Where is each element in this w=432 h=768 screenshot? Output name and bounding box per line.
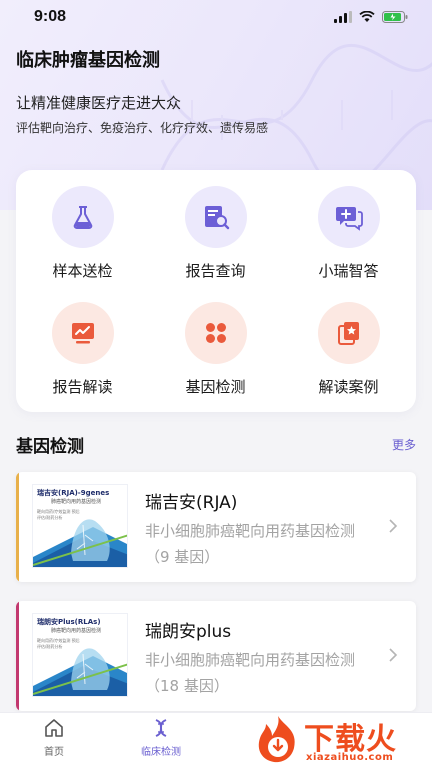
home-icon (45, 719, 63, 737)
product-description: 非小细胞肺癌靶向用药基因检测 （18 基因） (145, 647, 395, 699)
product-card[interactable]: 瑞朗安Plus(RLAs) 肺癌靶向用药基因检测 靶向用药/疗效监测 预后评估/… (16, 601, 416, 711)
status-icons (334, 11, 408, 23)
tab-clinical-test[interactable]: 临床检测 (121, 717, 201, 758)
watermark-domain: xiazaihuo.com (306, 752, 394, 763)
wifi-icon (359, 11, 375, 22)
thumbnail-title: 瑞吉安(RJA)-9genes (37, 489, 110, 497)
hero-subslogan: 评估靶向治疗、免疫治疗、化疗疗效、遗传易感 (16, 121, 269, 135)
thumbnail-title: 瑞朗安Plus(RLAs) (37, 618, 101, 626)
menu-label: 小瑞智答 (318, 262, 379, 280)
chevron-right-icon (389, 648, 398, 662)
menu-label: 基因检测 (185, 378, 246, 396)
menu-label: 解读案例 (318, 378, 379, 396)
quick-menu-card: 样本送检 报告查询 小瑞智答 报告解读 基因检测 解读案例 (16, 170, 416, 412)
chat-plus-icon (335, 207, 363, 231)
tab-home[interactable]: 首页 (14, 717, 94, 758)
flame-logo-icon (258, 716, 295, 763)
thumbnail-subtitle: 肺癌靶向用药基因检测 (51, 628, 102, 634)
status-bar: 9:08 (0, 0, 432, 34)
hero-slogan: 让精准健康医疗走进大众 (16, 94, 182, 112)
thumbnail-note: 靶向用药/疗效监测 预后评估/耐药分析 (37, 509, 80, 520)
signal-icon (334, 11, 352, 23)
menu-label: 样本送检 (52, 262, 113, 280)
battery-icon (382, 11, 408, 23)
section-title: 基因检测 (16, 437, 84, 457)
menu-item-report-interpret[interactable]: 报告解读 (16, 302, 149, 397)
card-accent-bar (16, 472, 19, 582)
product-name: 瑞吉安(RJA) (145, 493, 238, 513)
menu-item-case-study[interactable]: 解读案例 (282, 302, 415, 397)
product-desc-line: 非小细胞肺癌靶向用药基因检测 (145, 522, 356, 540)
menu-item-report-query[interactable]: 报告查询 (149, 186, 282, 281)
menu-item-gene-test[interactable]: 基因检测 (149, 302, 282, 397)
product-gene-count: （9 基因） (145, 548, 220, 566)
thumbnail-subtitle: 肺癌靶向用药基因检测 (51, 499, 102, 505)
menu-item-sample-submit[interactable]: 样本送检 (16, 186, 149, 281)
product-card[interactable]: 瑞吉安(RJA)-9genes 肺癌靶向用药基因检测 靶向用药/疗效监测 预后评… (16, 472, 416, 582)
report-search-icon (204, 206, 229, 230)
more-link[interactable]: 更多 (392, 436, 416, 453)
menu-label: 报告查询 (185, 262, 246, 280)
status-time: 9:08 (34, 8, 67, 25)
four-petal-icon (205, 323, 226, 343)
watermark-logo: 下载火 xiazaihuo.com (254, 712, 424, 768)
chevron-right-icon (389, 519, 398, 533)
product-name: 瑞朗安plus (145, 622, 232, 642)
tab-label: 首页 (44, 747, 64, 758)
case-cards-icon (337, 322, 359, 345)
menu-item-smart-qa[interactable]: 小瑞智答 (282, 186, 415, 281)
product-gene-count: （18 基因） (145, 677, 229, 695)
page-title: 临床肿瘤基因检测 (16, 50, 160, 71)
flask-icon (73, 206, 92, 229)
dna-icon (155, 719, 167, 737)
card-accent-bar (16, 601, 19, 711)
menu-label: 报告解读 (52, 378, 113, 396)
product-desc-line: 非小细胞肺癌靶向用药基因检测 (145, 651, 356, 669)
trend-chart-icon (71, 323, 94, 344)
product-thumbnail: 瑞吉安(RJA)-9genes 肺癌靶向用药基因检测 靶向用药/疗效监测 预后评… (32, 484, 128, 568)
product-thumbnail: 瑞朗安Plus(RLAs) 肺癌靶向用药基因检测 靶向用药/疗效监测 预后评估/… (32, 613, 128, 697)
tab-label: 临床检测 (141, 747, 181, 758)
product-description: 非小细胞肺癌靶向用药基因检测 （9 基因） (145, 518, 395, 570)
thumbnail-note: 靶向用药/疗效监测 预后评估/耐药分析 (37, 638, 80, 649)
